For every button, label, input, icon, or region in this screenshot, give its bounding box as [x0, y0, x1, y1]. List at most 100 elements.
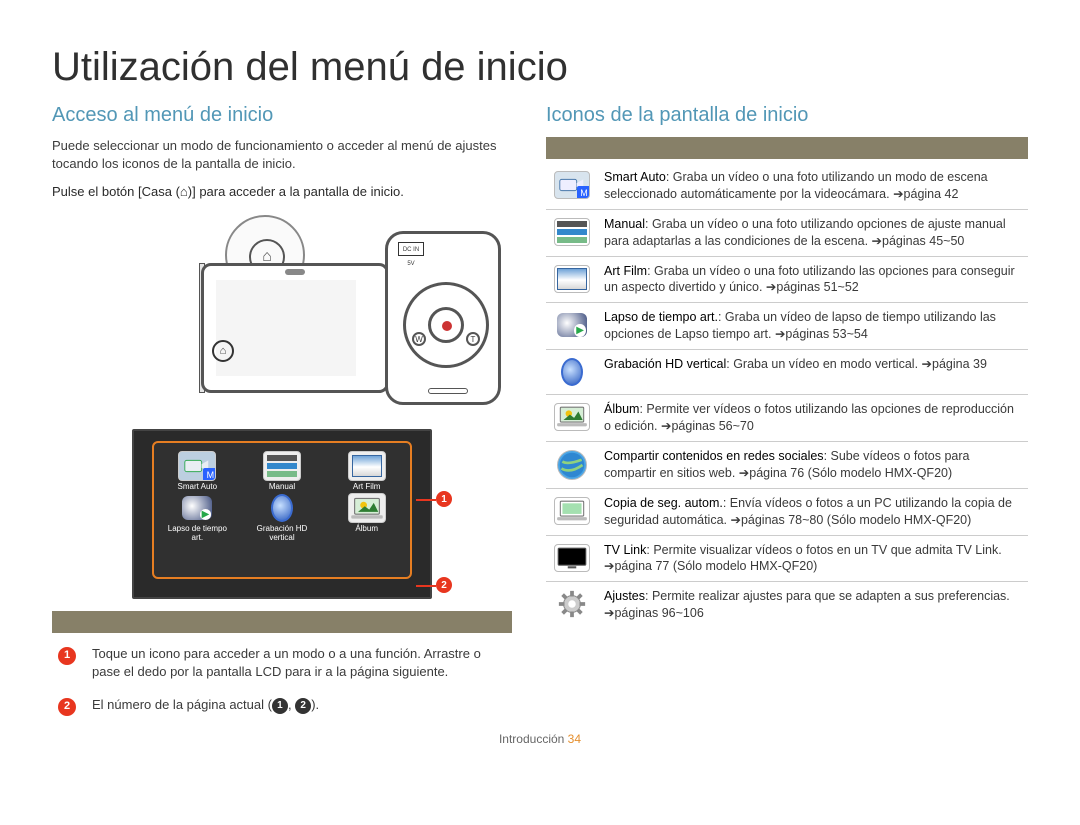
row-term: Álbum [604, 402, 639, 416]
left-column: Acceso al menú de inicio Puede seleccion… [52, 104, 512, 724]
grid-manual: Manual [249, 451, 316, 491]
home-screen-preview: M Smart Auto Manual Art Film Lapso [132, 429, 432, 599]
callout-marker-2: 2 [436, 577, 452, 593]
grid-label: Lapso de tiempo art. [164, 525, 231, 542]
footer-page-number: 34 [568, 732, 581, 746]
grid-label: Grabación HD vertical [249, 525, 316, 542]
album-icon [554, 403, 590, 431]
row-ref: ➔páginas 96~106 [604, 606, 704, 620]
camcorder-grip: DC IN 5V W T [385, 231, 501, 405]
vertical-hd-icon [263, 493, 301, 523]
grid-label: Smart Auto [164, 483, 231, 491]
row-ref: ➔página 39 [922, 357, 987, 371]
legend-badge-1: 1 [58, 647, 76, 665]
social-share-icon [557, 450, 587, 480]
legend-badge-2: 2 [58, 698, 76, 716]
smart-auto-icon: M [178, 451, 216, 481]
camcorder-sensor-bar [285, 269, 305, 275]
right-heading: Iconos de la pantalla de inicio [546, 104, 1028, 127]
dc-in-port-label: DC IN 5V [398, 242, 424, 256]
grid-label: Manual [249, 483, 316, 491]
right-column: Iconos de la pantalla de inicio M Smart … [546, 104, 1028, 724]
legend-row: 1 Toque un icono para acceder a un modo … [52, 637, 512, 688]
step-instruction: Pulse el botón [Casa (⌂)] para acceder a… [52, 184, 512, 199]
auto-backup-icon [554, 497, 590, 525]
art-film-icon [348, 451, 386, 481]
row-term: Copia de seg. autom. [604, 496, 723, 510]
legend-row: 2 El número de la página actual (1, 2). [52, 688, 512, 723]
legend-text: Toque un icono para acceder a un modo o … [86, 637, 512, 688]
left-intro-text: Puede seleccionar un modo de funcionamie… [52, 137, 512, 172]
settings-icon [554, 590, 590, 618]
art-timelapse-icon [554, 311, 590, 339]
legend-header-bar [52, 611, 512, 633]
home-icon-grid: M Smart Auto Manual Art Film Lapso [164, 451, 400, 542]
art-film-icon [554, 265, 590, 293]
row-ref: ➔páginas 45~50 [872, 234, 965, 248]
camcorder-diagram: ⌂ ⌂ DC IN 5V W T [67, 213, 497, 413]
row-desc: : Permite visualizar vídeos o fotos en u… [646, 543, 1001, 557]
icon-table-header-bar [546, 137, 1028, 159]
table-row: Lapso de tiempo art.: Graba un vídeo de … [546, 303, 1028, 350]
left-heading: Acceso al menú de inicio [52, 104, 512, 127]
record-button [428, 307, 464, 343]
legend-inline-badge-1: 1 [272, 698, 288, 714]
row-term: Grabación HD vertical [604, 357, 726, 371]
vertical-hd-icon [554, 358, 590, 386]
camcorder-home-button: ⌂ [212, 340, 234, 362]
callout-legend-table: 1 Toque un icono para acceder a un modo … [52, 637, 512, 724]
zoom-tele-label: T [466, 332, 480, 346]
row-ref: ➔páginas 78~80 (Sólo modelo HMX-QF20) [730, 513, 971, 527]
grid-art-film: Art Film [333, 451, 400, 491]
page-footer: Introducción 34 [52, 732, 1028, 746]
grid-smart-auto: M Smart Auto [164, 451, 231, 491]
table-row: Manual: Graba un vídeo o una foto utiliz… [546, 209, 1028, 256]
row-term: Manual [604, 217, 645, 231]
grid-album: Álbum [333, 493, 400, 542]
row-desc: : Permite realizar ajustes para que se a… [645, 589, 1010, 603]
legend-2-sep: , [288, 697, 295, 712]
legend-inline-badge-2: 2 [295, 698, 311, 714]
grid-vertical-hd: Grabación HD vertical [249, 493, 316, 542]
footer-section: Introducción [499, 732, 564, 746]
camcorder-lcd-panel: ⌂ [201, 263, 389, 393]
row-ref: ➔página 76 (Sólo modelo HMX-QF20) [739, 466, 952, 480]
smart-auto-icon: M [554, 171, 590, 199]
table-row: Compartir contenidos en redes sociales: … [546, 441, 1028, 488]
table-row: Art Film: Graba un vídeo o una foto util… [546, 256, 1028, 303]
table-row: M Smart Auto: Graba un vídeo o una foto … [546, 163, 1028, 209]
legend-text: El número de la página actual (1, 2). [86, 688, 512, 723]
row-term: Ajustes [604, 589, 645, 603]
home-screen-grid-area: M Smart Auto Manual Art Film Lapso [152, 441, 412, 579]
legend-2-prefix: El número de la página actual ( [92, 697, 272, 712]
grid-art-timelapse: Lapso de tiempo art. [164, 493, 231, 542]
row-term: Compartir contenidos en redes sociales [604, 449, 824, 463]
step-prefix: Pulse el botón [Casa ( [52, 184, 180, 199]
row-desc: : Graba un vídeo en modo vertical. [726, 357, 921, 371]
row-ref: ➔páginas 56~70 [661, 419, 754, 433]
callout-marker-1: 1 [436, 491, 452, 507]
laptop-glyph-icon [349, 495, 385, 522]
legend-2-suffix: ). [311, 697, 319, 712]
table-row: Álbum: Permite ver vídeos o fotos utiliz… [546, 395, 1028, 442]
grid-label: Art Film [333, 483, 400, 491]
album-icon [348, 493, 386, 523]
two-column-layout: Acceso al menú de inicio Puede seleccion… [52, 104, 1028, 724]
table-row: Ajustes: Permite realizar ajustes para q… [546, 582, 1028, 628]
zoom-wide-label: W [412, 332, 426, 346]
manual-icon [554, 218, 590, 246]
table-row: Copia de seg. autom.: Envía vídeos o fot… [546, 488, 1028, 535]
row-term: Lapso de tiempo art. [604, 310, 718, 324]
camcorder-foot [428, 388, 468, 394]
step-suffix: )] para acceder a la pantalla de inicio. [188, 184, 404, 199]
art-timelapse-icon [178, 493, 216, 523]
row-ref: ➔página 77 (Sólo modelo HMX-QF20) [604, 559, 817, 573]
row-ref: ➔páginas 53~54 [775, 327, 868, 341]
camcorder-lcd-screen [216, 280, 356, 376]
icon-description-table: M Smart Auto: Graba un vídeo o una foto … [546, 163, 1028, 628]
row-term: Smart Auto [604, 170, 666, 184]
grid-label: Álbum [333, 525, 400, 533]
row-term: TV Link [604, 543, 646, 557]
page-title: Utilización del menú de inicio [52, 45, 1028, 90]
row-ref: ➔página 42 [893, 187, 958, 201]
